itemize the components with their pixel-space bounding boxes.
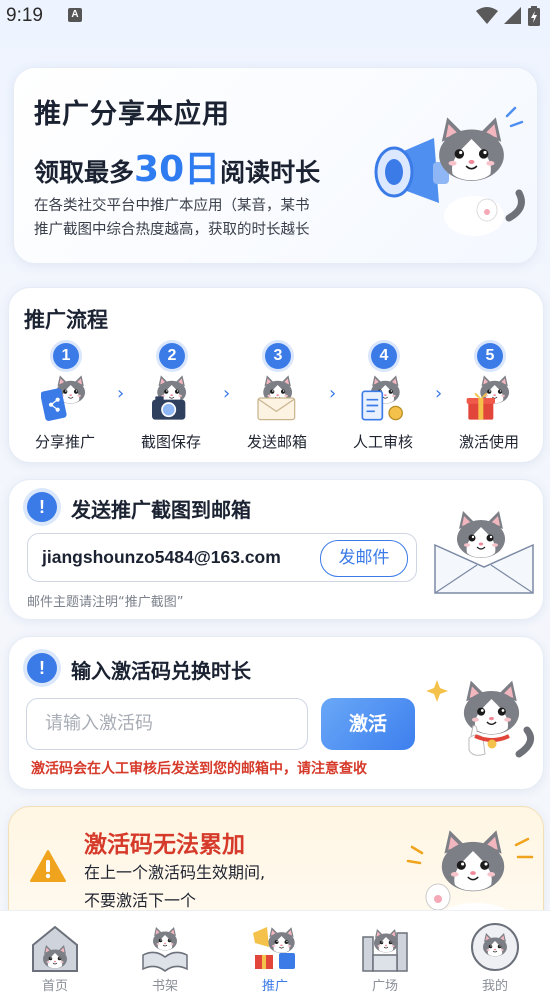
activation-card: ! 输入激活码兑换时长 请输入激活码 激活 激活码会在人工审核后发送到您的邮箱中… [8,636,544,790]
battery-icon [528,6,540,26]
email-address[interactable]: jiangshounzo5484@163.com [42,547,281,568]
nav-label: 推广 [261,979,288,994]
hero-description: 在各类社交平台中推广本应用（某音，某书 推广截图中综合热度越高，获取的时长越长 [34,194,354,242]
warning-body: 在上一个激活码生效期间, 不要激活下一个 [84,859,265,915]
process-step-share: 1 分享推广 [15,343,115,453]
process-step-email: 3 发送邮箱 [227,343,327,453]
camera-icon [152,375,187,420]
status-icons [476,6,540,26]
gift-icon [466,375,510,420]
megaphone-icon [374,138,449,203]
cat-envelope-illustration [434,510,534,594]
square-icon [362,928,408,972]
hero-subtitle: 领取最多30日阅读时长 [34,140,320,192]
activation-code-input[interactable]: 请输入激活码 [26,698,308,750]
step-number: 1 [53,343,79,369]
email-title: 发送推广截图到邮箱 [71,498,251,522]
step-label: 激活使用 [458,433,519,451]
process-step-screenshot: 2 截图保存 [121,343,221,453]
notification-icon: A [68,8,82,22]
profile-icon [471,923,519,971]
info-icon: ! [27,653,57,683]
hero-subtitle-suffix: 阅读时长 [220,158,321,187]
info-icon: ! [27,492,57,522]
warning-icon [30,850,66,882]
nav-item-home[interactable]: 首页 [0,911,110,994]
hero-desc-line2: 推广截图中综合热度越高，获取的时长越长 [34,222,310,238]
clipboard-icon [361,375,403,421]
megaphone-cat-illustration [374,106,525,236]
step-label: 截图保存 [140,433,201,451]
home-icon [32,925,78,972]
activation-note: 激活码会在人工审核后发送到您的邮箱中，请注意查收 [31,761,367,777]
nav-item-promote[interactable]: 推广 [220,911,330,994]
bookshelf-icon [142,926,188,972]
process-card: 推广流程 1 分享推广 › 2 截图保存 › 3 发送邮箱 › 4 人工审核 ›… [8,287,544,463]
step-number: 3 [265,343,291,369]
hero-subtitle-prefix: 领取最多 [34,158,135,187]
nav-item-profile[interactable]: 我的 [440,911,550,994]
process-steps: 1 分享推广 › 2 截图保存 › 3 发送邮箱 › 4 人工审核 › 5 激活… [9,343,545,453]
nav-item-bookshelf[interactable]: 书架 [110,911,220,994]
step-label: 分享推广 [34,433,95,451]
status-time: 9:19 [6,5,43,26]
warning-title: 激活码无法累加 [84,832,245,858]
email-note: 邮件主题请注明“推广截图” [27,595,184,610]
wifi-icon [476,7,498,24]
hero-subtitle-highlight: 30日 [134,149,221,190]
nav-item-square[interactable]: 广场 [330,911,440,994]
hero-card: 推广分享本应用 领取最多30日阅读时长 在各类社交平台中推广本应用（某音，某书 … [13,67,538,264]
nav-label: 广场 [371,979,398,994]
thumbs-up-cat-illustration [427,679,535,768]
process-title: 推广流程 [24,308,108,332]
hero-desc-line1: 在各类社交平台中推广本应用（某音，某书 [34,198,310,214]
email-card: ! 发送推广截图到邮箱 jiangshounzo5484@163.com 发邮件… [8,479,544,620]
send-email-button[interactable]: 发邮件 [320,540,408,577]
signal-icon [504,7,521,24]
share-icon [41,375,86,421]
status-bar: 9:19 A [0,0,550,34]
step-label: 人工审核 [352,433,413,451]
bottom-nav: 首页 书架 推广 广场 我的 [0,910,550,994]
warning-line1: 在上一个激活码生效期间, [84,863,266,882]
activation-title: 输入激活码兑换时长 [71,659,251,683]
step-number: 2 [159,343,185,369]
process-step-review: 4 人工审核 [333,343,433,453]
hero-title: 推广分享本应用 [34,99,230,130]
promote-icon [253,926,296,969]
email-address-field[interactable]: jiangshounzo5484@163.com 发邮件 [27,533,417,582]
process-step-activate: 5 激活使用 [439,343,539,453]
nav-label: 书架 [151,979,178,994]
step-label: 发送邮箱 [246,433,307,451]
activate-button[interactable]: 激活 [321,698,415,750]
envelope-icon [257,375,296,421]
nav-label: 我的 [481,979,508,994]
step-number: 4 [371,343,397,369]
nav-label: 首页 [41,979,68,994]
step-number: 5 [477,343,503,369]
